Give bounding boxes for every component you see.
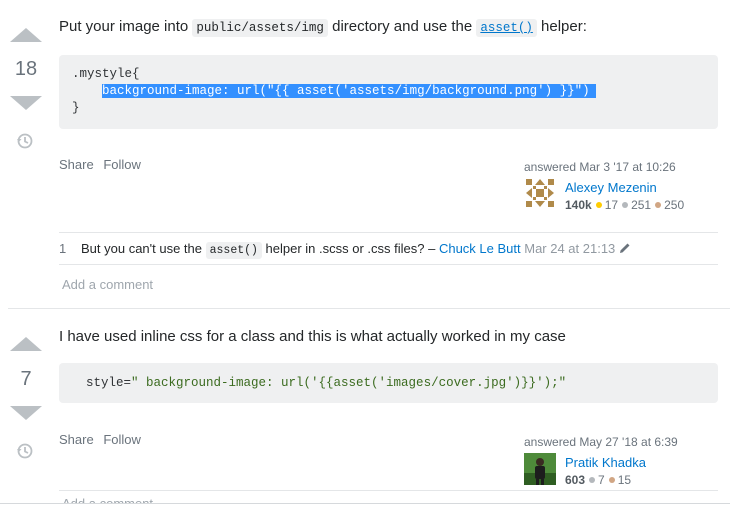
code-attr: style= xyxy=(86,376,132,390)
add-comment-link[interactable]: Add a comment xyxy=(62,496,153,503)
code-line: } xyxy=(72,101,80,115)
inline-code: public/assets/img xyxy=(192,19,328,37)
code-line-selected: background-image: url("{{ asset('assets/… xyxy=(72,83,596,100)
silver-badge-icon xyxy=(589,477,596,484)
answer-text: I have used inline css for a class and t… xyxy=(59,328,566,345)
downvote-button[interactable] xyxy=(10,96,42,110)
silver-badge-count: 251 xyxy=(631,198,652,212)
comment-author[interactable]: Chuck Le Butt xyxy=(439,241,521,256)
post-menu: Share Follow xyxy=(59,432,147,447)
reputation-score: 140k xyxy=(565,198,592,212)
reputation-score: 603 xyxy=(565,473,586,487)
share-link[interactable]: Share xyxy=(59,432,94,447)
share-link[interactable]: Share xyxy=(59,157,94,172)
comment-text: But you can't use the xyxy=(81,241,206,256)
post-menu: Share Follow xyxy=(59,157,147,172)
divider xyxy=(59,490,718,491)
silver-badge-count: 7 xyxy=(598,473,605,487)
divider xyxy=(0,503,730,504)
silver-badge-icon xyxy=(622,202,629,209)
comment-text: helper in .scss or .css files? – xyxy=(261,241,439,256)
upvote-button[interactable] xyxy=(10,337,42,351)
gold-badge-icon xyxy=(595,202,602,209)
comment-score: 1 xyxy=(59,241,67,256)
edit-icon[interactable] xyxy=(619,242,631,254)
user-name[interactable]: Alexey Mezenin xyxy=(565,180,657,195)
answer-body: Put your image into public/assets/img di… xyxy=(59,17,587,38)
code-line: style=" background-image: url('{{asset('… xyxy=(86,375,566,392)
follow-link[interactable]: Follow xyxy=(103,432,141,447)
answer-text: Put your image into xyxy=(59,18,193,35)
answered-timestamp: answered Mar 3 '17 at 10:26 xyxy=(524,160,676,174)
code-string: " background-image: url('{{asset('images… xyxy=(131,376,567,390)
comment: 1 But you can't use the asset() helper in… xyxy=(59,241,631,259)
answered-timestamp: answered May 27 '18 at 6:39 xyxy=(524,435,678,449)
answer-text: directory and use the xyxy=(327,18,477,35)
comment-date: Mar 24 at 21:13 xyxy=(524,241,616,256)
gold-badge-count: 17 xyxy=(604,198,619,212)
bronze-badge-count: 250 xyxy=(664,198,685,212)
avatar[interactable] xyxy=(524,453,556,485)
code-block: .mystyle{ background-image: url("{{ asse… xyxy=(59,55,718,129)
bronze-badge-count: 15 xyxy=(617,473,632,487)
vote-count: 7 xyxy=(20,368,32,390)
follow-link[interactable]: Follow xyxy=(103,157,141,172)
bronze-badge-icon xyxy=(655,202,662,209)
divider xyxy=(59,232,718,233)
avatar[interactable] xyxy=(524,177,556,209)
user-name[interactable]: Pratik Khadka xyxy=(565,455,646,470)
upvote-button[interactable] xyxy=(10,28,42,42)
inline-code: asset() xyxy=(205,242,262,259)
user-reputation: 603 7 15 xyxy=(565,473,631,487)
user-reputation: 140k 17 251 250 xyxy=(565,198,684,212)
divider xyxy=(59,264,718,265)
answer-separator xyxy=(8,308,730,309)
bronze-badge-icon xyxy=(608,477,615,484)
history-icon[interactable] xyxy=(15,131,35,156)
code-line: .mystyle{ xyxy=(72,67,140,81)
add-comment-link[interactable]: Add a comment xyxy=(62,277,153,292)
history-icon[interactable] xyxy=(15,441,35,466)
downvote-button[interactable] xyxy=(10,406,42,420)
code-block: style=" background-image: url('{{asset('… xyxy=(59,363,718,403)
inline-code-link[interactable]: asset() xyxy=(476,19,537,37)
answer-text: helper: xyxy=(536,18,587,35)
vote-count: 18 xyxy=(14,58,38,80)
